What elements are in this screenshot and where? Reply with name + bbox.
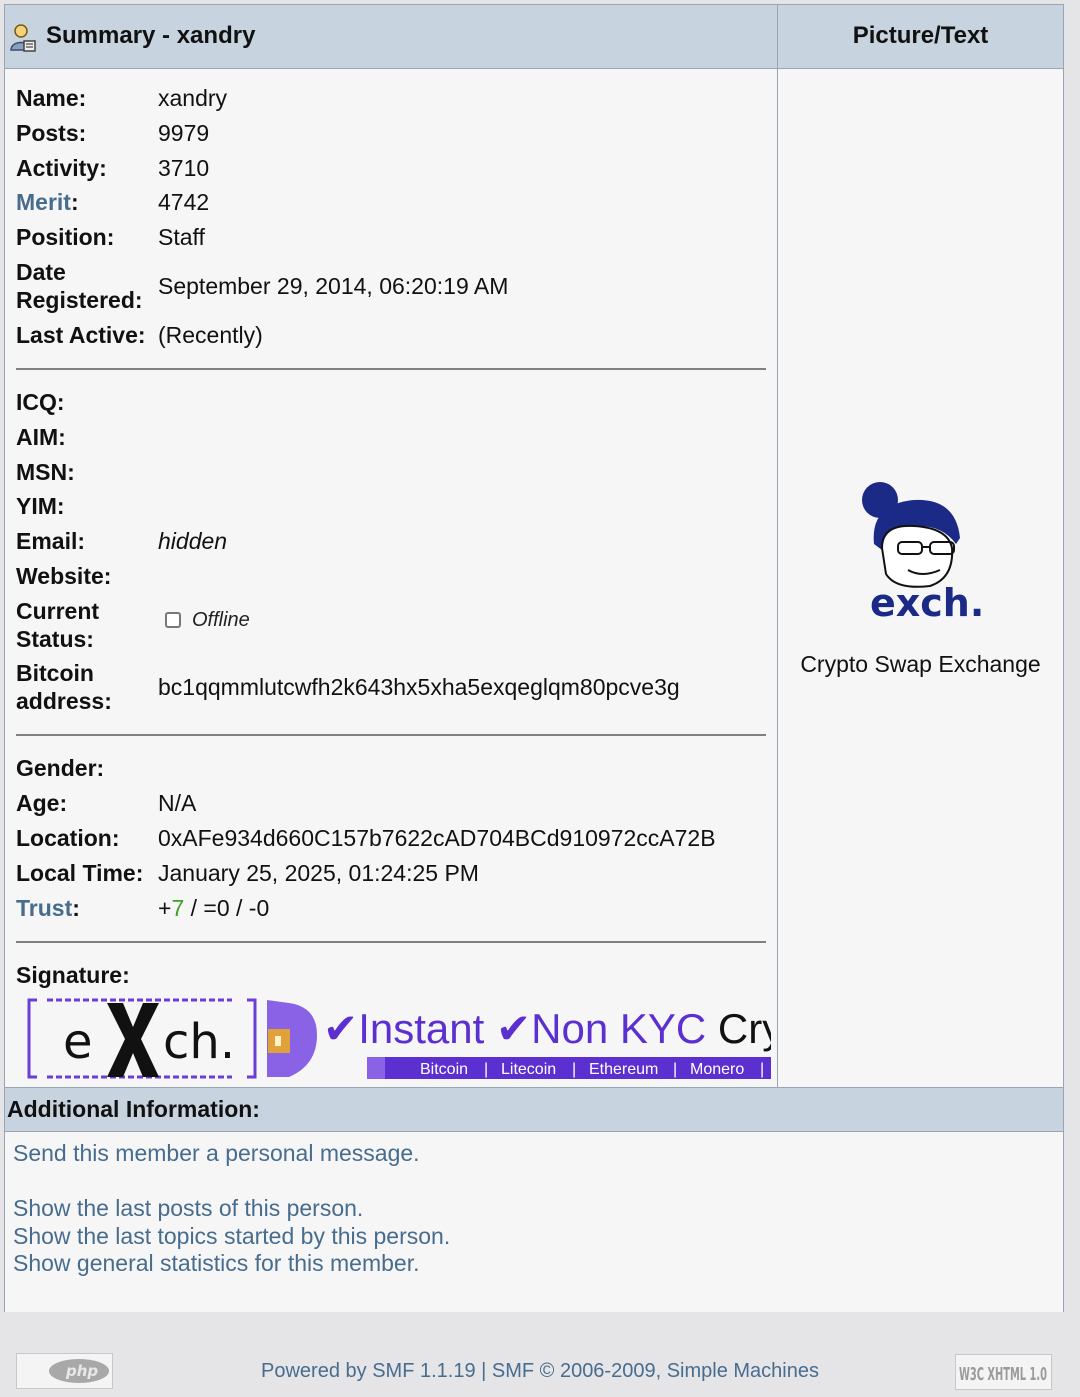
divider [16,941,766,943]
position-label: Position: [16,224,115,250]
activity-label: Activity: [16,155,107,181]
trust-positive: 7 [171,895,185,921]
aim-label: AIM: [16,424,66,450]
last-active-label: Last Active: [16,322,146,348]
offline-icon [165,612,181,628]
svg-text:✔Instant ✔Non KYC Cry: ✔Instant ✔Non KYC Cry [323,1005,771,1052]
icq-label: ICQ: [16,389,65,415]
bitcoin-label-1: Bitcoin [16,660,94,686]
additional-info-header: Additional Information: [5,1087,1063,1132]
trust-rest: / =0 / -0 [184,895,270,921]
yim-label: YIM: [16,493,65,519]
signature-banner[interactable]: e ch. ✔Instant ✔Non KYC Cry Bitcoin | Li… [27,995,771,1085]
member-stats-link[interactable]: Show general statistics for this member. [13,1250,420,1277]
bitcoin-label-2: address: [16,688,112,714]
name-label: Name: [16,85,87,111]
user-icon [10,24,36,52]
additional-info-body: Send this member a personal message. Sho… [5,1132,1063,1312]
bitcoin-address-value: bc1qqmmlutcwfh2k643hx5xha5exqeglqm80pcve… [158,674,680,700]
avatar: exch. [862,482,984,624]
coin-bitcoin: Bitcoin [420,1061,468,1078]
divider [16,368,766,370]
merit-link[interactable]: Merit [16,189,71,215]
position-value: Staff [158,224,205,250]
signature-graphic: e ch. ✔Instant ✔Non KYC Cry Bitcoin | Li… [27,998,771,1079]
trust-value[interactable]: +7 / =0 / -0 [158,894,269,922]
email-label: Email: [16,528,86,554]
signature-label: Signature: [16,962,130,988]
avatar-caption: Crypto Swap Exchange [800,651,1041,677]
gender-label: Gender: [16,755,105,781]
location-label: Location: [16,825,120,851]
merit-label-row: Merit: [16,189,79,215]
send-pm-link[interactable]: Send this member a personal message. [13,1140,420,1167]
w3c-xhtml-badge-icon[interactable]: W3C XHTML 1.0 [955,1354,1052,1390]
last-active-value: (Recently) [158,322,263,348]
location-value: 0xAFe934d660C157b7622cAD704BCd910972ccA7… [158,825,716,851]
website-label: Website: [16,563,112,589]
msn-label: MSN: [16,459,75,485]
summary-header: Summary - xandry [5,5,778,69]
picture-panel: exch. Crypto Swap Exchange [778,69,1063,1087]
name-value: xandry [158,85,228,111]
status-label-1: Current [16,598,100,624]
status-value: Offline [192,609,250,631]
last-topics-link[interactable]: Show the last topics started by this per… [13,1223,450,1250]
posts-label: Posts: [16,120,87,146]
posts-value: 9979 [158,120,210,146]
local-time-value: January 25, 2025, 01:24:25 PM [158,860,479,886]
profile-panel: Summary - xandry Picture/Text Name: xand… [4,4,1064,1312]
brand-ch: ch. [163,1014,235,1070]
local-time-label: Local Time: [16,860,144,886]
age-value: N/A [158,790,197,816]
avatar-logo: exch. [870,581,984,624]
merit-value: 4742 [158,189,210,215]
coin-monero: Monero [690,1061,744,1078]
date-registered-label-2: Registered: [16,287,143,313]
picture-text-header: Picture/Text [778,5,1063,69]
profile-details: Name: xandry Posts: 9979 Activity: 3710 … [5,69,778,1087]
footer-credits[interactable]: Powered by SMF 1.1.19 | SMF © 2006-2009,… [0,1360,1080,1383]
status-label-2: Status: [16,626,94,652]
w3c-badge-text: W3C XHTML 1.0 [959,1364,1047,1385]
trust-link[interactable]: Trust [16,895,72,921]
coin-ethereum: Ethereum [589,1061,658,1078]
email-value: hidden [158,528,228,554]
activity-value: 3710 [158,155,210,181]
brand-e: e [63,1014,93,1070]
trust-label-row: Trust: [16,895,80,921]
trust-plus: + [158,895,172,921]
date-registered-label-1: Date [16,259,66,285]
divider [16,734,766,736]
summary-title: Summary - xandry [46,22,256,49]
svg-text:Bitcoin | Lite: Bitcoin | Litecoin | Ethereum | Monero | [420,1061,764,1078]
last-posts-link[interactable]: Show the last posts of this person. [13,1195,363,1222]
age-label: Age: [16,790,68,816]
date-registered-value: September 29, 2014, 06:20:19 AM [158,273,509,299]
tagline-tail: Cry [718,1005,771,1052]
coin-litecoin: Litecoin [501,1061,556,1078]
